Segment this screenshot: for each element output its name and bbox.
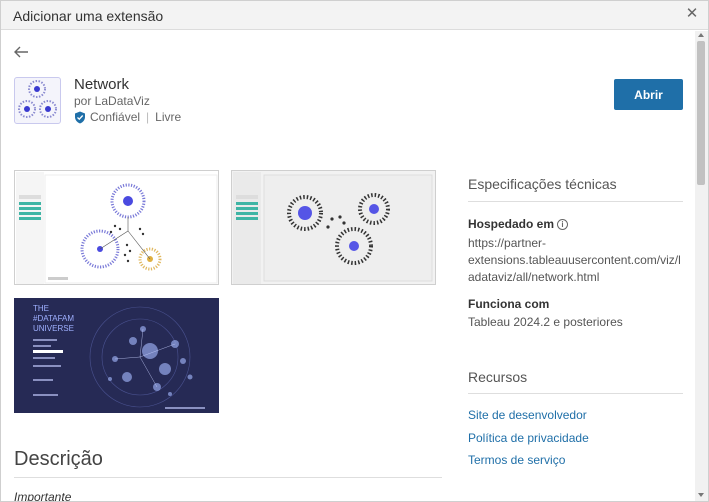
hosted-label: Hospedado em i xyxy=(468,217,569,231)
resources-title: Recursos xyxy=(468,369,528,385)
hosted-label-text: Hospedado em xyxy=(468,217,555,231)
screenshot-3-title-line-2: #DATAFAM xyxy=(33,314,74,323)
close-icon[interactable]: ✕ xyxy=(684,6,700,22)
open-button[interactable]: Abrir xyxy=(614,79,683,110)
info-icon[interactable]: i xyxy=(557,219,569,230)
meta-separator: | xyxy=(146,110,150,124)
specs-divider xyxy=(468,201,683,202)
scrollbar-thumb[interactable] xyxy=(697,41,705,185)
extension-logo xyxy=(14,77,61,124)
extension-author: por LaDataViz xyxy=(74,94,150,108)
terms-of-service-link[interactable]: Termos de serviço xyxy=(468,453,565,467)
hosted-value-line-3: adataviz/all/network.html xyxy=(468,270,600,284)
works-with-label: Funciona com xyxy=(468,297,550,311)
back-arrow-icon[interactable] xyxy=(13,45,29,59)
add-extension-dialog: Adicionar uma extensão ✕ Network por LaD… xyxy=(0,0,709,502)
extension-meta: Confiável | Livre xyxy=(74,110,181,124)
screenshot-3-title-line-1: THE xyxy=(33,304,49,313)
network-logo-icon xyxy=(18,80,57,118)
screenshot-thumbnail-1[interactable] xyxy=(14,170,219,285)
dialog-titlebar: Adicionar uma extensão ✕ xyxy=(1,1,708,30)
vertical-scrollbar[interactable] xyxy=(695,31,708,501)
specs-title: Especificações técnicas xyxy=(468,176,617,192)
scroll-down-arrow-icon[interactable] xyxy=(698,493,704,497)
extension-name: Network xyxy=(74,76,130,93)
dialog-content: Network por LaDataViz Confiável | Livre … xyxy=(1,31,695,501)
developer-site-link[interactable]: Site de desenvolvedor xyxy=(468,408,587,422)
description-title: Descrição xyxy=(14,448,103,470)
trust-label: Confiável xyxy=(90,110,141,124)
screenshot-thumbnail-2[interactable] xyxy=(231,170,436,285)
screenshot-3-title-line-3: UNIVERSE xyxy=(33,324,74,333)
hosted-value-line-1: https://partner- xyxy=(468,236,547,250)
scroll-up-arrow-icon[interactable] xyxy=(698,33,704,37)
privacy-policy-link[interactable]: Política de privacidade xyxy=(468,431,589,445)
hosted-value-line-2: extensions.tableauusercontent.com/viz/l xyxy=(468,253,681,267)
hosted-value: https://partner- extensions.tableauuserc… xyxy=(468,235,693,286)
dialog-title: Adicionar uma extensão xyxy=(13,8,164,24)
description-divider xyxy=(14,477,442,478)
resources-divider xyxy=(468,393,683,394)
works-with-value: Tableau 2024.2 e posteriores xyxy=(468,315,623,329)
screenshot-3-graphic: THE #DATAFAM UNIVERSE xyxy=(15,299,218,412)
shield-check-icon xyxy=(75,111,85,123)
screenshot-thumbnail-3[interactable]: THE #DATAFAM UNIVERSE xyxy=(14,298,219,413)
price-label: Livre xyxy=(155,110,182,124)
screenshot-2-graphic xyxy=(232,171,435,284)
screenshot-1-graphic xyxy=(15,171,218,284)
description-important: Importante xyxy=(14,490,72,501)
